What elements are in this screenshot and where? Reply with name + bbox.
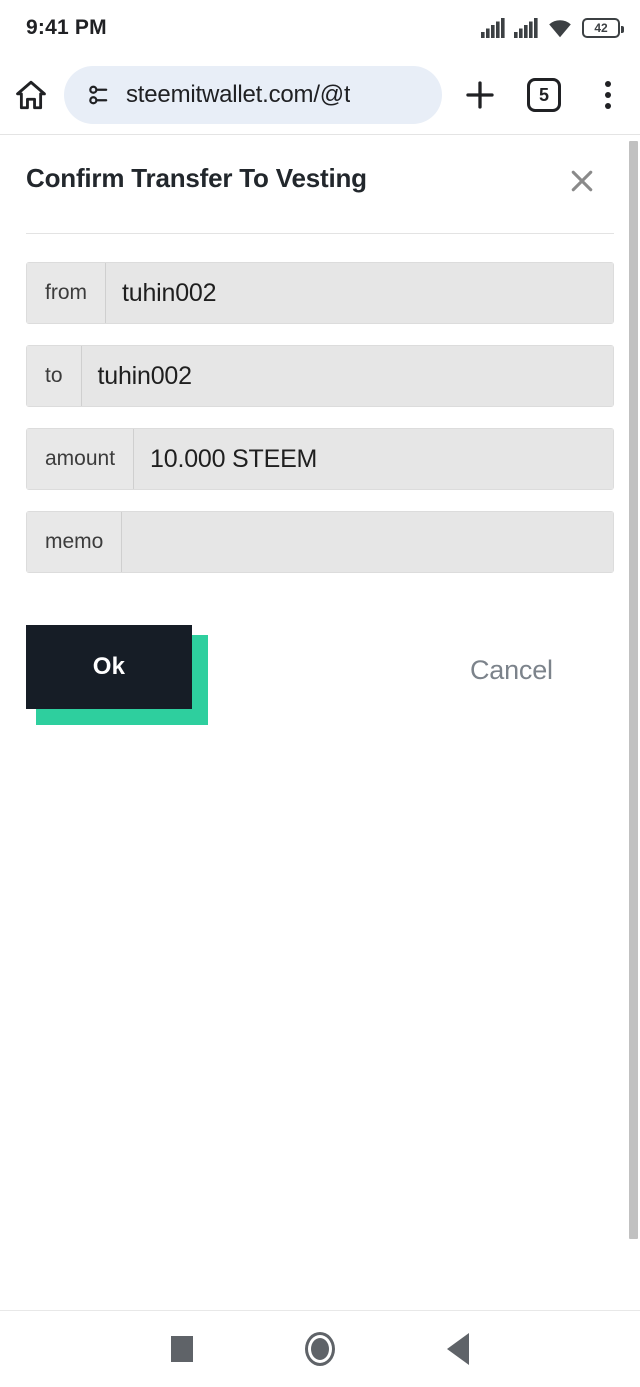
three-dot-menu-icon <box>605 81 611 109</box>
dialog-divider <box>26 233 614 234</box>
confirm-transfer-dialog: Confirm Transfer To Vesting from tuhin00… <box>0 135 640 725</box>
field-value-to: tuhin002 <box>81 346 613 406</box>
new-tab-button[interactable] <box>448 77 512 113</box>
field-label-memo: memo <box>27 512 123 572</box>
home-button[interactable] <box>0 78 62 112</box>
page-scrollbar[interactable] <box>629 141 638 1239</box>
triangle-back-icon[interactable] <box>447 1333 469 1365</box>
battery-level: 42 <box>594 21 608 35</box>
tune-icon <box>89 85 108 105</box>
field-label-from: from <box>27 263 106 323</box>
browser-menu-button[interactable] <box>576 81 640 109</box>
dialog-header: Confirm Transfer To Vesting <box>26 135 614 203</box>
field-value-memo <box>122 512 613 572</box>
transfer-fields: from tuhin002 to tuhin002 amount 10.000 … <box>26 262 614 573</box>
square-recents-icon[interactable] <box>171 1336 193 1362</box>
web-page-viewport: Confirm Transfer To Vesting from tuhin00… <box>0 134 640 1310</box>
tab-switcher-button[interactable]: 5 <box>512 78 576 112</box>
status-bar-clock: 9:41 PM <box>26 16 107 39</box>
status-bar-icons: 42 <box>481 18 624 38</box>
circle-home-icon[interactable] <box>305 1332 335 1366</box>
home-icon <box>16 80 46 110</box>
field-row-from[interactable]: from tuhin002 <box>26 262 614 324</box>
address-bar[interactable]: steemitwallet.com/@t <box>64 66 442 124</box>
dialog-title: Confirm Transfer To Vesting <box>26 163 367 193</box>
battery-icon: 42 <box>582 18 624 38</box>
android-navigation-bar <box>0 1310 640 1387</box>
tab-count-badge: 5 <box>527 78 561 112</box>
field-label-amount: amount <box>27 429 135 489</box>
signal-bars-sim2-icon <box>514 18 538 38</box>
close-dialog-button[interactable] <box>560 159 604 203</box>
address-bar-url: steemitwallet.com/@t <box>126 81 351 108</box>
signal-bars-sim1-icon <box>481 18 505 38</box>
status-bar: 9:41 PM 42 <box>0 0 640 56</box>
confirm-ok-button[interactable]: Ok <box>26 625 192 709</box>
dialog-actions: Ok Cancel <box>26 625 614 725</box>
wifi-icon <box>549 20 571 38</box>
plus-icon <box>466 81 494 109</box>
close-icon <box>571 170 593 192</box>
browser-toolbar: steemitwallet.com/@t 5 <box>0 56 640 134</box>
field-value-amount: 10.000 STEEM <box>134 429 613 489</box>
confirm-button-wrap: Ok <box>26 625 208 725</box>
field-row-to[interactable]: to tuhin002 <box>26 345 614 407</box>
field-label-to: to <box>27 346 82 406</box>
field-row-amount[interactable]: amount 10.000 STEEM <box>26 428 614 490</box>
cancel-button[interactable]: Cancel <box>470 655 553 686</box>
field-value-from: tuhin002 <box>106 263 613 323</box>
phone-screen: 9:41 PM 42 steemitwallet.com/@t 5 Confir… <box>0 0 640 1387</box>
field-row-memo[interactable]: memo <box>26 511 614 573</box>
